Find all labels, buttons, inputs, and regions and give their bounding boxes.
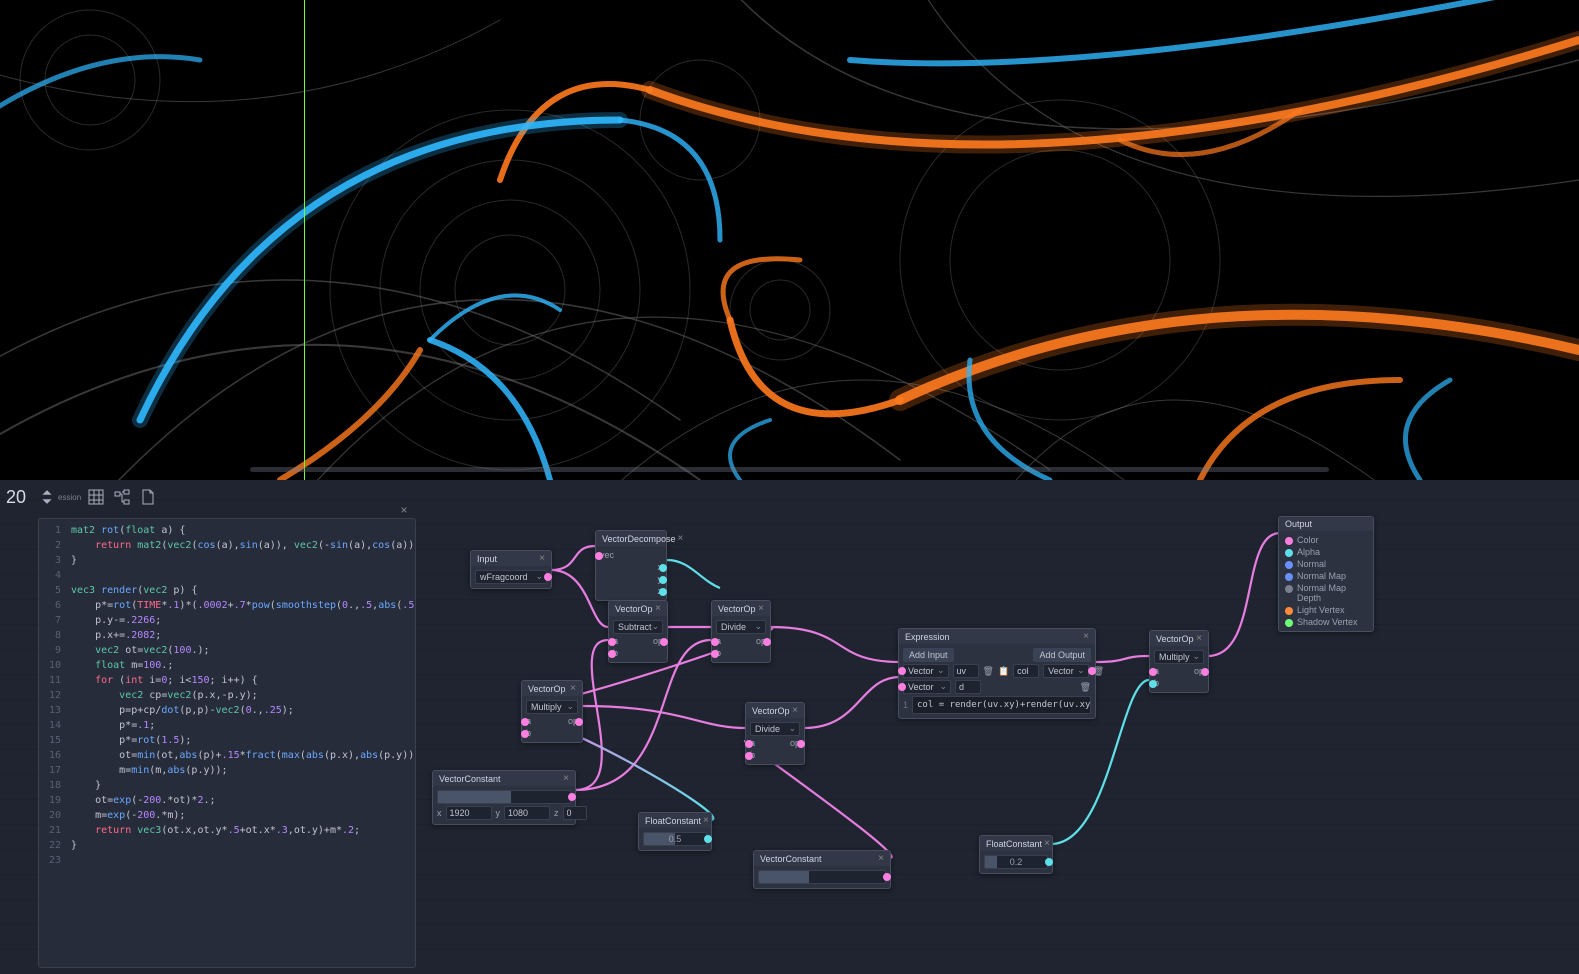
float-slider[interactable]: 0.5 (643, 832, 707, 846)
close-icon[interactable]: × (790, 705, 800, 716)
type-select[interactable]: Vector (903, 664, 949, 678)
node-title: VectorOp (528, 684, 566, 694)
output-port[interactable]: Color (1283, 534, 1369, 546)
close-icon[interactable]: × (568, 683, 578, 694)
node-vectorop-multiply-2[interactable]: VectorOp× Multiply aop b (1149, 630, 1209, 693)
node-title: FloatConstant (645, 816, 701, 826)
node-vectorop-divide-1[interactable]: VectorOp× Divide aop b (711, 600, 771, 663)
node-vectorop-divide-2[interactable]: VectorOp× Divide aop b (745, 702, 805, 765)
node-vectorop-subtract[interactable]: VectorOp× Subtract aop b (608, 600, 668, 663)
output-port[interactable]: Alpha (1283, 546, 1369, 558)
name-field[interactable] (955, 680, 981, 694)
copy-icon[interactable]: 📋 (998, 666, 1009, 677)
op-select[interactable]: Multiply (1154, 650, 1204, 664)
close-icon[interactable]: × (1194, 633, 1204, 644)
close-icon[interactable]: × (676, 533, 686, 544)
input-select[interactable]: wFragcoord (475, 570, 547, 584)
node-expression[interactable]: Expression× Add Input Add Output Vector … (898, 628, 1096, 719)
close-icon[interactable]: × (1081, 631, 1091, 642)
x-field[interactable] (446, 806, 492, 820)
type-select[interactable]: Vector (903, 680, 951, 694)
output-port[interactable]: Light Vertex (1283, 604, 1369, 616)
close-icon[interactable]: × (653, 603, 663, 614)
z-field[interactable] (563, 806, 587, 820)
node-title: Output (1285, 519, 1312, 529)
node-output[interactable]: Output ColorAlphaNormalNormal MapNormal … (1278, 516, 1374, 632)
shader-graph-panel[interactable]: 20 ession × 1mat2 rot(float a) {2 return… (0, 480, 1579, 974)
vector-slider[interactable] (437, 790, 571, 804)
close-icon[interactable]: × (701, 815, 711, 826)
close-icon[interactable]: × (561, 773, 571, 784)
viewport-guide-line (304, 0, 305, 480)
output-port[interactable]: Normal (1283, 558, 1369, 570)
add-input-button[interactable]: Add Input (903, 648, 954, 662)
viewport-scrollbar[interactable] (250, 467, 1329, 472)
node-title: Expression (905, 632, 950, 642)
out-name-field[interactable] (1013, 664, 1039, 678)
node-float-constant-1[interactable]: FloatConstant× 0.5 (638, 812, 712, 851)
node-title: Input (477, 554, 497, 564)
node-title: VectorOp (718, 604, 756, 614)
op-select[interactable]: Subtract (613, 620, 663, 634)
node-title: FloatConstant (986, 839, 1042, 849)
delete-icon[interactable]: 🗑 (1080, 682, 1091, 693)
node-title: VectorConstant (760, 854, 822, 864)
viewport[interactable] (0, 0, 1579, 480)
node-title: VectorOp (615, 604, 653, 614)
name-field[interactable] (953, 664, 979, 678)
vector-slider[interactable] (758, 870, 886, 884)
op-select[interactable]: Divide (716, 620, 766, 634)
close-icon[interactable]: × (537, 553, 547, 564)
node-title: VectorOp (752, 706, 790, 716)
output-port[interactable]: Normal Map (1283, 570, 1369, 582)
node-input[interactable]: Input × wFragcoord (470, 550, 552, 589)
delete-icon[interactable]: 🗑 (983, 666, 994, 677)
node-title: VectorDecompose (602, 534, 676, 544)
op-select[interactable]: Multiply (526, 700, 578, 714)
node-title: VectorConstant (439, 774, 501, 784)
close-icon[interactable]: × (876, 853, 886, 864)
close-icon[interactable]: × (1042, 838, 1052, 849)
node-title: VectorOp (1156, 634, 1194, 644)
node-float-constant-2[interactable]: FloatConstant× 0.2 (979, 835, 1053, 874)
add-output-button[interactable]: Add Output (1033, 648, 1091, 662)
op-select[interactable]: Divide (750, 722, 800, 736)
node-vector-constant[interactable]: VectorConstant× x y z (432, 770, 576, 825)
node-vector-decompose[interactable]: VectorDecompose× vec x y z (595, 530, 667, 601)
float-slider[interactable]: 0.2 (984, 855, 1048, 869)
node-vector-constant-2[interactable]: VectorConstant × (753, 850, 891, 889)
node-vectorop-multiply[interactable]: VectorOp× Multiply aop b (521, 680, 583, 743)
y-field[interactable] (504, 806, 550, 820)
output-port[interactable]: Shadow Vertex (1283, 616, 1369, 628)
out-type-select[interactable]: Vector (1043, 664, 1089, 678)
close-icon[interactable]: × (756, 603, 766, 614)
output-port[interactable]: Normal Map Depth (1283, 582, 1369, 604)
expression-code[interactable]: col = render(uv.xy)+render(uv.xy+d.xy)+r… (912, 696, 1091, 714)
